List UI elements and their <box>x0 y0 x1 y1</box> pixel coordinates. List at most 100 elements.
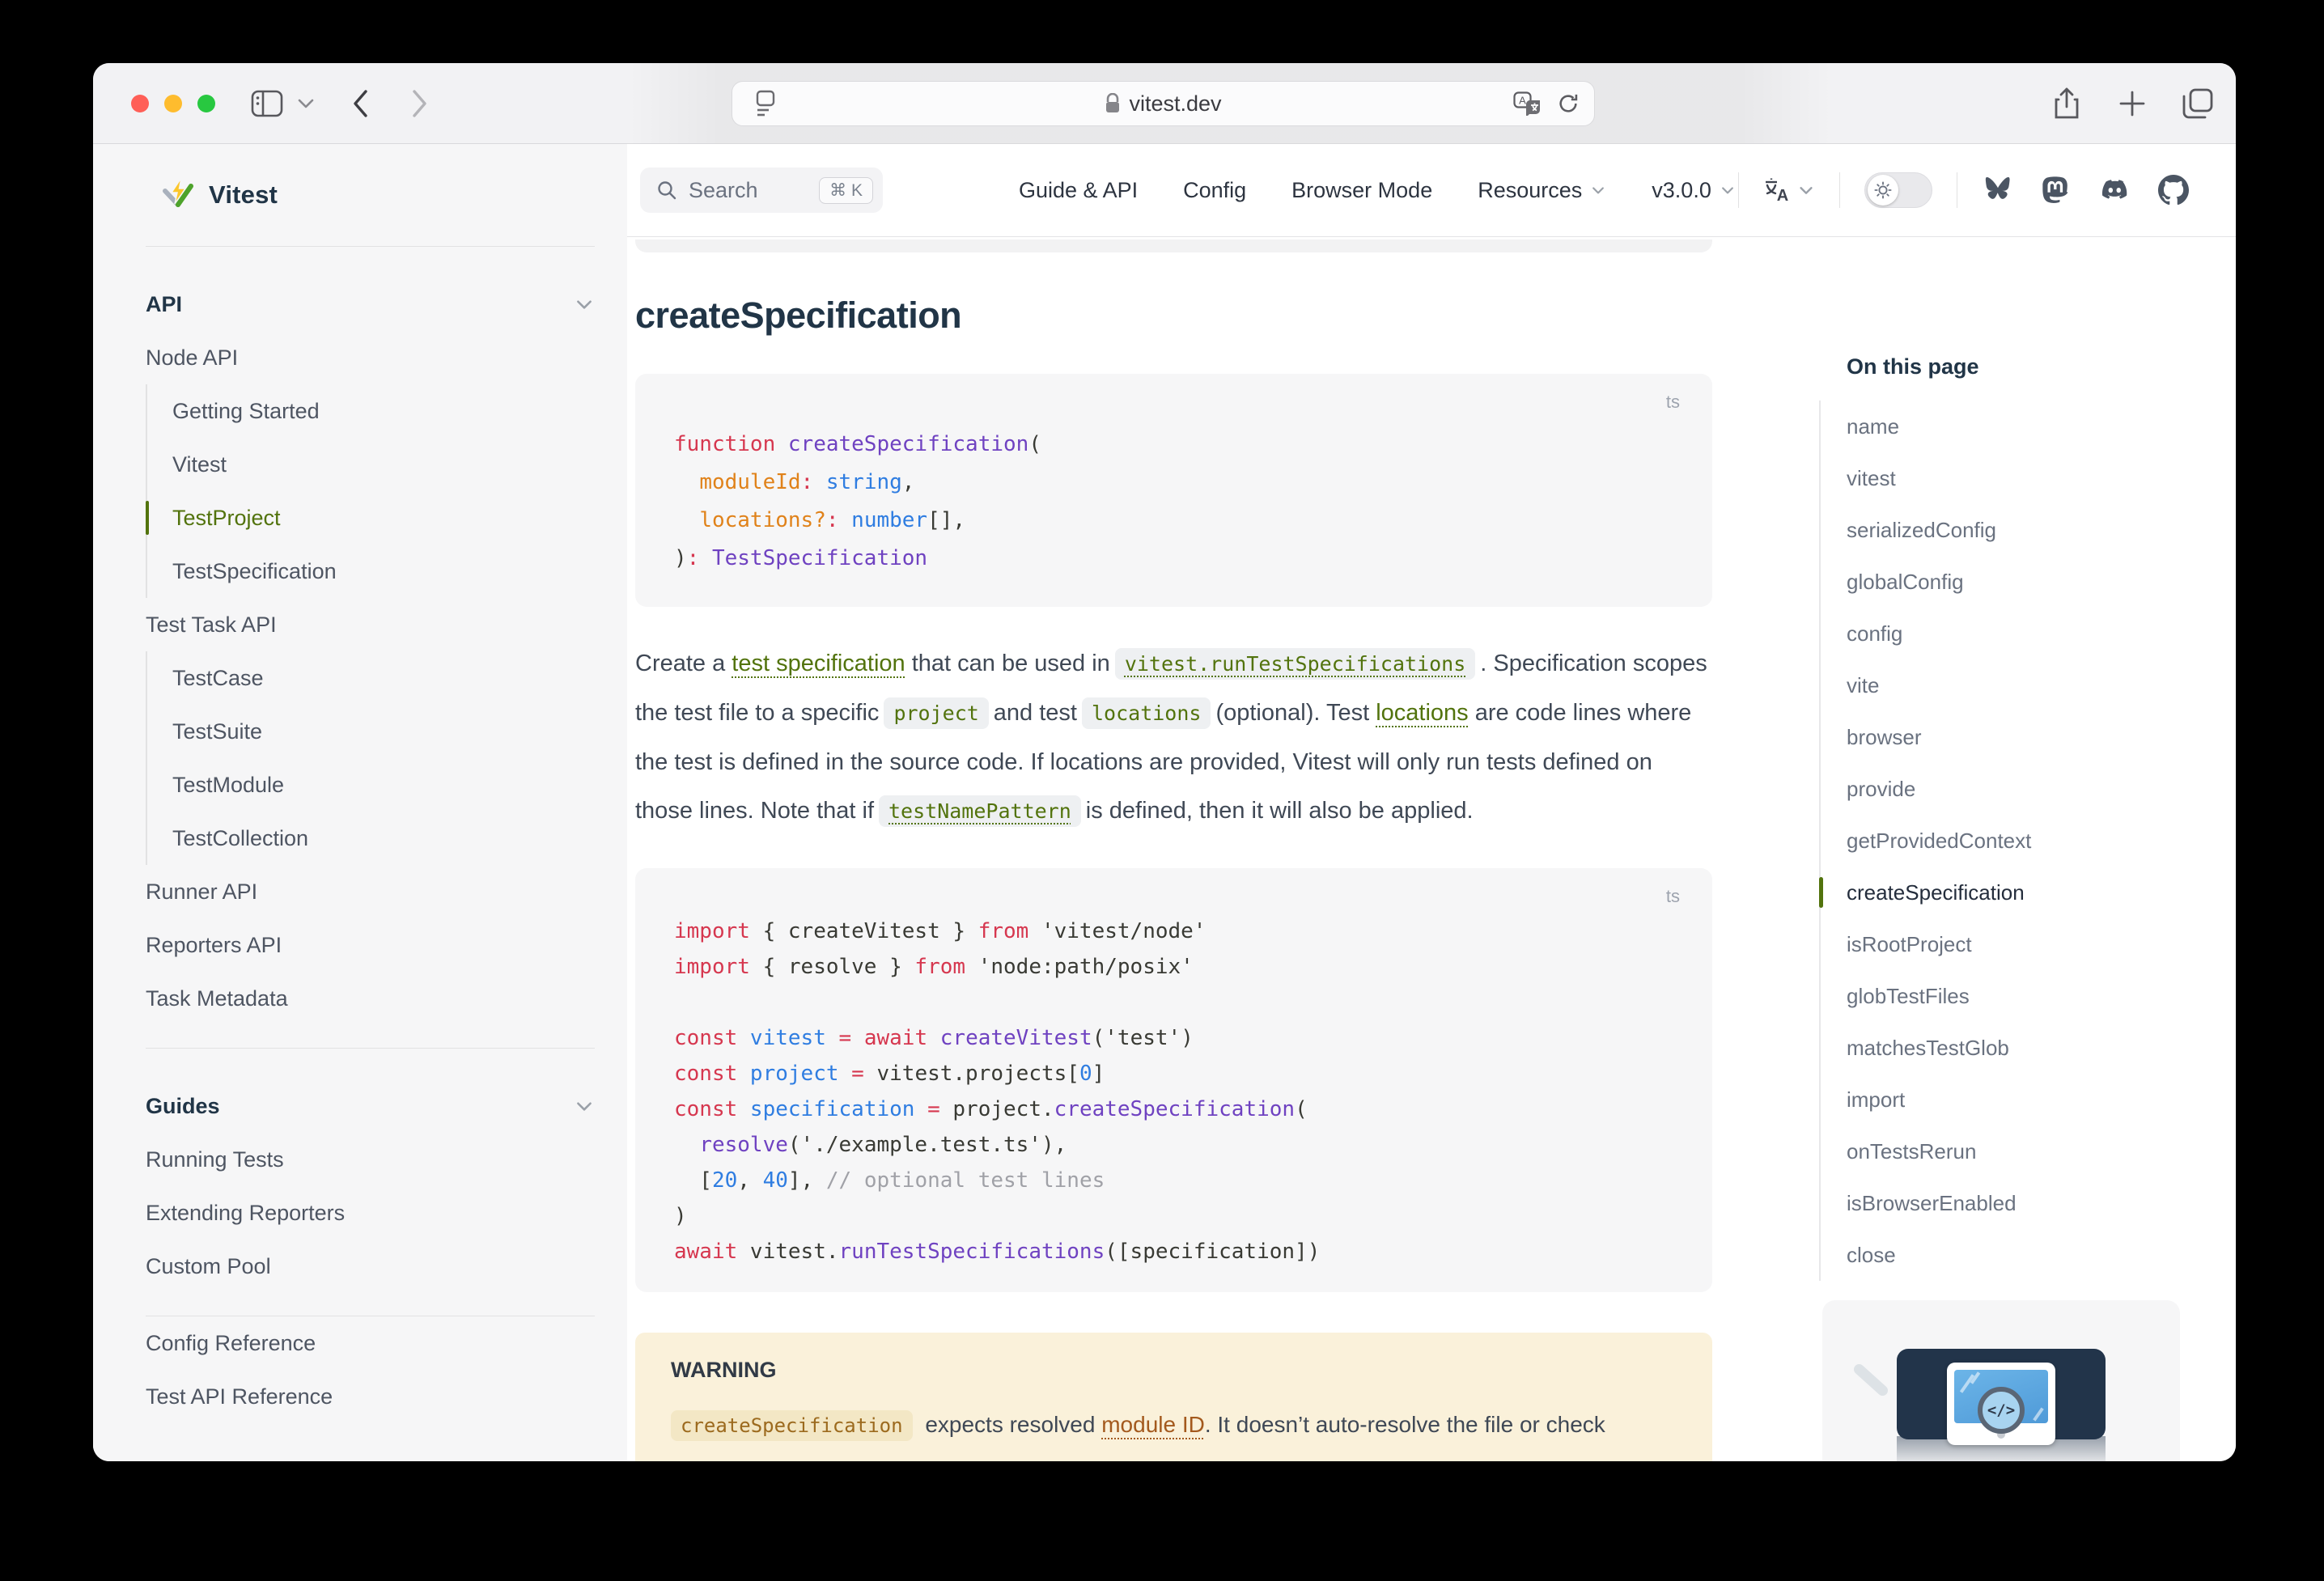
code-block-signature[interactable]: ts function createSpecification( moduleI… <box>635 374 1712 607</box>
zoom-window-button[interactable] <box>197 95 215 112</box>
sidebar-item-extending-reporters[interactable]: Extending Reporters <box>146 1186 595 1240</box>
sidebar-item-running-tests[interactable]: Running Tests <box>146 1133 595 1186</box>
sidebar-item-testproject[interactable]: TestProject <box>172 491 595 545</box>
browser-window: vitest.dev A Vites <box>93 63 2236 1461</box>
sponsor-card[interactable]: </> <box>1822 1300 2180 1461</box>
address-bar[interactable]: vitest.dev A <box>732 81 1595 126</box>
social-links <box>1982 175 2189 206</box>
toc-item-import[interactable]: import <box>1847 1074 2182 1125</box>
toc-item-isrootproject[interactable]: isRootProject <box>1847 918 2182 970</box>
sidebar-item-testcase[interactable]: TestCase <box>172 651 595 705</box>
nav-dropdown-resources[interactable]: Resources <box>1478 178 1606 203</box>
chevron-down-icon <box>1797 181 1815 199</box>
logo-text: Vitest <box>209 180 278 210</box>
sidebar-divider <box>146 1048 595 1049</box>
minimize-window-button[interactable] <box>164 95 182 112</box>
theme-toggle[interactable] <box>1864 172 1932 208</box>
code-lang-badge: ts <box>1666 886 1680 907</box>
code-lines: function createSpecification( moduleId: … <box>674 426 1673 578</box>
search-input[interactable]: Search ⌘ K <box>640 167 883 213</box>
toc-item-getprovidedcontext[interactable]: getProvidedContext <box>1847 815 2182 867</box>
toc-nav: namevitestserializedConfigglobalConfigco… <box>1819 401 2182 1281</box>
warning-callout: WARNING createSpecification expects reso… <box>635 1333 1712 1461</box>
description-paragraph: Create a test specification that can be … <box>635 639 1712 836</box>
chevron-down-icon[interactable] <box>297 98 315 109</box>
toc-item-name[interactable]: name <box>1847 401 2182 452</box>
sidebar-item-group: Getting StartedVitestTestProjectTestSpec… <box>146 384 595 598</box>
sidebar: Vitest APINode APIGetting StartedVitestT… <box>93 144 627 1461</box>
sun-icon <box>1874 181 1892 199</box>
reload-icon[interactable] <box>1557 91 1580 116</box>
vitest-logo-icon <box>160 177 196 213</box>
sidebar-item-test-task-api[interactable]: Test Task API <box>146 598 595 651</box>
toc-item-browser[interactable]: browser <box>1847 711 2182 763</box>
close-window-button[interactable] <box>131 95 149 112</box>
sidebar-item-group: TestCaseTestSuiteTestModuleTestCollectio… <box>146 651 595 865</box>
sidebar-section-guides[interactable]: Guides <box>146 1079 595 1133</box>
language-menu[interactable]: A <box>1763 177 1815 203</box>
magnifier-handle <box>1851 1362 1889 1397</box>
warning-title: WARNING <box>671 1357 1677 1383</box>
toc-item-vitest[interactable]: vitest <box>1847 452 2182 504</box>
toc-item-matchestestglob[interactable]: matchesTestGlob <box>1847 1022 2182 1074</box>
sidebar-item-testmodule[interactable]: TestModule <box>172 758 595 812</box>
mastodon-icon[interactable] <box>2042 175 2071 206</box>
toc-item-globalconfig[interactable]: globalConfig <box>1847 556 2182 608</box>
translate-icon[interactable]: A <box>1513 91 1541 116</box>
lock-icon <box>1105 93 1121 114</box>
code-block-example[interactable]: ts import { createVitest } from 'vitest/… <box>635 868 1712 1292</box>
search-icon <box>656 180 677 201</box>
toc-item-vite[interactable]: vite <box>1847 659 2182 711</box>
tabs-overview-icon[interactable] <box>2181 87 2215 121</box>
chevron-down-icon <box>574 294 595 315</box>
toc-item-close[interactable]: close <box>1847 1229 2182 1281</box>
toc-item-globtestfiles[interactable]: globTestFiles <box>1847 970 2182 1022</box>
discord-icon[interactable] <box>2098 176 2131 204</box>
url-host[interactable]: vitest.dev <box>1129 91 1221 117</box>
sidebar-section-api[interactable]: API <box>146 278 595 331</box>
sidebar-item-testspecification[interactable]: TestSpecification <box>172 545 595 598</box>
nav-link-guide-api[interactable]: Guide & API <box>1019 178 1138 203</box>
sidebar-item-config-reference[interactable]: Config Reference <box>146 1316 595 1370</box>
sidebar-item-test-api-reference[interactable]: Test API Reference <box>146 1370 595 1423</box>
toc-item-provide[interactable]: provide <box>1847 763 2182 815</box>
doc-content: createSpecification ts function createSp… <box>635 237 1712 1461</box>
sidebar-item-node-api[interactable]: Node API <box>146 331 595 384</box>
new-tab-icon[interactable] <box>2118 89 2147 118</box>
chevron-down-icon <box>1720 182 1736 198</box>
sidebar-item-testsuite[interactable]: TestSuite <box>172 705 595 758</box>
sidebar-toggle-icon[interactable] <box>251 90 283 117</box>
sidebar-item-task-metadata[interactable]: Task Metadata <box>146 972 595 1025</box>
toc-item-serializedconfig[interactable]: serializedConfig <box>1847 504 2182 556</box>
search-shortcut-badge: ⌘ K <box>819 177 873 204</box>
nav-links: Guide & API Config Browser Mode Resource… <box>1019 178 1736 203</box>
sidebar-divider <box>146 246 595 247</box>
toc-item-config[interactable]: config <box>1847 608 2182 659</box>
bluesky-icon[interactable] <box>1982 176 2014 205</box>
nav-dropdown-version[interactable]: v3.0.0 <box>1652 178 1736 203</box>
nav-link-config[interactable]: Config <box>1183 178 1246 203</box>
browser-toolbar: vitest.dev A <box>93 63 2236 144</box>
back-button[interactable] <box>350 88 370 119</box>
sidebar-item-reporters-api[interactable]: Reporters API <box>146 918 595 972</box>
share-icon[interactable] <box>2053 87 2080 121</box>
sidebar-item-vitest[interactable]: Vitest <box>172 438 595 491</box>
toc-title: On this page <box>1819 354 2182 379</box>
github-icon[interactable] <box>2158 175 2189 206</box>
forward-button[interactable] <box>410 88 430 119</box>
toc-item-isbrowserenabled[interactable]: isBrowserEnabled <box>1847 1177 2182 1229</box>
code-lines: import { createVitest } from 'vitest/nod… <box>674 913 1673 1269</box>
sidebar-item-custom-pool[interactable]: Custom Pool <box>146 1240 595 1293</box>
nav-link-browser-mode[interactable]: Browser Mode <box>1291 178 1432 203</box>
nav-separator <box>1738 172 1739 208</box>
logo[interactable]: Vitest <box>146 144 595 246</box>
monitor-illustration: </> <box>1947 1363 2055 1445</box>
sidebar-item-getting-started[interactable]: Getting Started <box>172 384 595 438</box>
toc-item-createspecification[interactable]: createSpecification <box>1847 867 2182 918</box>
sidebar-item-runner-api[interactable]: Runner API <box>146 865 595 918</box>
sidebar-item-testcollection[interactable]: TestCollection <box>172 812 595 865</box>
search-label: Search <box>689 178 758 203</box>
site-nav: Search ⌘ K Guide & API Config Browser Mo… <box>627 144 2236 237</box>
toc-item-ontestsrerun[interactable]: onTestsRerun <box>1847 1125 2182 1177</box>
page-title: createSpecification <box>635 295 1712 337</box>
